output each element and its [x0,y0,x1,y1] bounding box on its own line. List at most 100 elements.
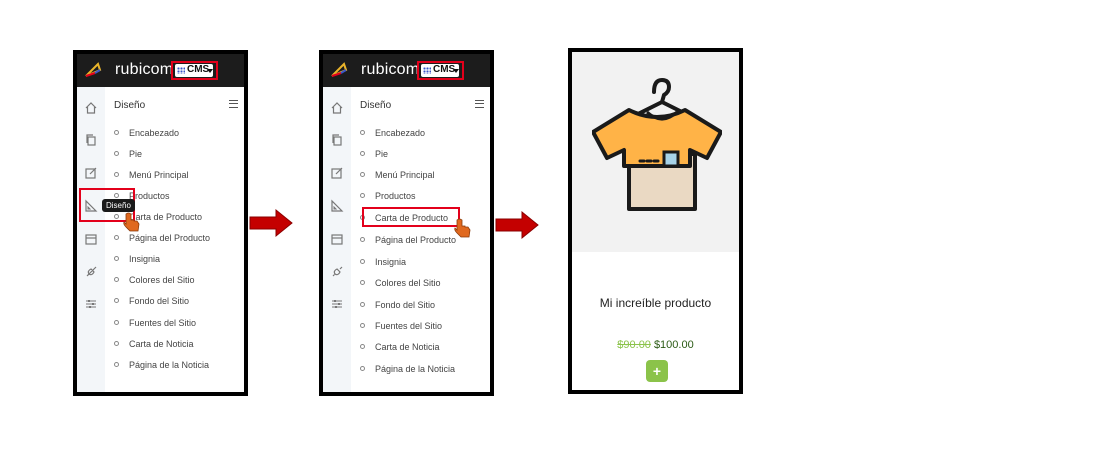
add-to-cart-button[interactable]: + [646,360,668,382]
menu-item-colores-del-sitio[interactable]: Colores del Sitio [114,275,195,285]
bullet-icon [114,130,119,135]
menu-item-label: Pie [129,149,143,159]
price-row: $90.00 $100.00 [572,339,739,351]
new-price: $100.00 [653,339,694,351]
menu-item-menu-principal[interactable]: Menú Principal [360,170,435,180]
menu-item-pie[interactable]: Pie [114,149,142,159]
bullet-icon [114,320,119,325]
menu-item-productos[interactable]: Productos [360,191,416,201]
box-icon[interactable] [84,232,98,246]
menu-item-fondo-del-sitio[interactable]: Fondo del Sitio [360,300,435,310]
bullet-icon [360,172,365,177]
menu-item-label: Página del Producto [375,235,457,245]
brand-name: rubicom [115,61,174,78]
menu-item-label: Productos [129,191,170,201]
home-icon[interactable] [84,101,98,115]
menu-item-fuentes-del-sitio[interactable]: Fuentes del Sitio [114,318,196,328]
home-icon[interactable] [330,101,344,115]
bullet-icon [114,256,119,261]
menu-item-label: Insignia [375,257,407,267]
edit-icon[interactable] [84,166,98,180]
menu-item-label: Fuentes del Sitio [375,321,443,331]
product-image-area [572,52,739,252]
menu-item-label: Pie [375,149,389,159]
menu-item-encabezado[interactable]: Encabezado [360,128,425,138]
cms-dropdown[interactable]: CMS [175,64,213,77]
bullet-icon [360,366,365,371]
bullet-icon [360,259,365,264]
menu-title: Diseño [114,100,146,111]
grid-icon [177,67,185,74]
bullet-icon [360,151,365,156]
carta-de-producto-highlight [362,207,460,227]
menu-item-pagina-del-producto[interactable]: Página del Producto [114,233,210,243]
menu-item-label: Carta de Noticia [375,342,440,352]
sliders-icon[interactable] [330,297,344,311]
cms-label: CMS [187,64,210,75]
rubicom-logo-icon [329,61,349,81]
menu-item-label: Carta de Noticia [129,339,194,349]
menu-item-carta-de-noticia[interactable]: Carta de Noticia [114,339,194,349]
menu-item-label: Encabezado [375,128,426,138]
menu-item-label: Colores del Sitio [375,278,441,288]
menu-item-carta-de-noticia[interactable]: Carta de Noticia [360,342,440,352]
caret-down-icon [453,69,459,73]
menu-item-pie[interactable]: Pie [360,149,388,159]
design-tooltip: Diseño [102,199,135,212]
design-menu: Diseño Encabezado Pie Menú Principal Pro… [351,87,490,392]
box-icon[interactable] [330,232,344,246]
menu-item-label: Página de la Noticia [375,364,456,374]
menu-item-pagina-de-la-noticia[interactable]: Página de la Noticia [360,364,455,374]
menu-item-insignia[interactable]: Insignia [360,257,406,267]
menu-item-colores-del-sitio[interactable]: Colores del Sitio [360,278,441,288]
menu-item-label: Menú Principal [129,170,189,180]
bullet-icon [114,341,119,346]
copy-icon[interactable] [84,133,98,147]
old-price: $90.00 [617,339,651,351]
product-card-panel: Mi increíble producto $90.00 $100.00 + [568,48,743,394]
hamburger-icon[interactable] [475,100,484,108]
top-bar: rubicom CMS [77,54,244,87]
menu-item-label: Colores del Sitio [129,275,195,285]
bullet-icon [114,172,119,177]
menu-item-encabezado[interactable]: Encabezado [114,128,179,138]
product-name: Mi increíble producto [599,296,712,310]
rocket-icon[interactable] [330,265,344,279]
step2-panel: rubicom CMS Diseño Encabezado Pie Menú P… [319,50,494,396]
bullet-icon [360,302,365,307]
bullet-icon [114,235,119,240]
menu-item-label: Encabezado [129,128,180,138]
bullet-icon [360,193,365,198]
cms-label: CMS [433,64,456,75]
bullet-icon [360,323,365,328]
menu-item-label: Productos [375,191,416,201]
rocket-icon[interactable] [84,265,98,279]
menu-item-insignia[interactable]: Insignia [114,254,160,264]
menu-item-pagina-de-la-noticia[interactable]: Página de la Noticia [114,360,209,370]
sliders-icon[interactable] [84,297,98,311]
menu-item-fuentes-del-sitio[interactable]: Fuentes del Sitio [360,321,442,331]
bullet-icon [114,362,119,367]
menu-item-menu-principal[interactable]: Menú Principal [114,170,189,180]
icon-rail [323,87,351,392]
copy-icon[interactable] [330,133,344,147]
hamburger-icon[interactable] [229,100,238,108]
menu-item-label: Fondo del Sitio [129,296,190,306]
arrow-right-icon [248,208,294,238]
pointer-hand-icon [454,218,472,238]
grid-icon [423,67,431,74]
menu-title: Diseño [360,100,392,111]
cms-highlight-box: CMS [417,61,464,80]
bullet-icon [360,130,365,135]
caret-down-icon [207,69,213,73]
tshirt-icon [591,74,723,214]
menu-item-label: Fuentes del Sitio [129,318,197,328]
cms-dropdown[interactable]: CMS [421,64,459,77]
bullet-icon [114,277,119,282]
design-ruler-icon[interactable] [330,199,344,213]
edit-icon[interactable] [330,166,344,180]
menu-item-pagina-del-producto[interactable]: Página del Producto [360,235,456,245]
menu-item-fondo-del-sitio[interactable]: Fondo del Sitio [114,296,189,306]
top-bar: rubicom CMS [323,54,490,87]
menu-item-label: Insignia [129,254,161,264]
